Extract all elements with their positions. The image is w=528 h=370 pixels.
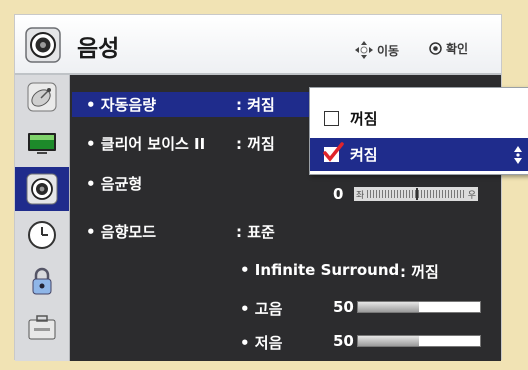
bass-slider-fill xyxy=(358,336,419,346)
bass-slider[interactable] xyxy=(357,335,481,347)
sound-mode-value: : 표준 xyxy=(236,223,275,241)
surround-label[interactable]: • Infinite Surround xyxy=(240,261,399,279)
satellite-dish-icon xyxy=(27,82,57,112)
category-option[interactable] xyxy=(15,307,69,347)
category-sidebar xyxy=(15,75,70,361)
unchecked-box-icon xyxy=(324,110,339,126)
option-on[interactable]: 켜짐 xyxy=(310,138,528,171)
toolbox-icon xyxy=(28,315,56,340)
checkmark-icon xyxy=(323,142,344,162)
move-hint-label: 이동 xyxy=(377,43,400,58)
page-title: 음성 xyxy=(77,36,120,62)
auto-volume-value: : 켜짐 xyxy=(236,96,275,114)
move-hint: 이동 xyxy=(354,40,399,60)
confirm-hint: 확인 xyxy=(429,40,468,57)
balance-track xyxy=(367,188,465,200)
balance-value: 0 xyxy=(333,185,344,203)
option-on-label: 켜짐 xyxy=(350,146,378,164)
sound-mode-label[interactable]: • 음향모드 xyxy=(86,221,156,242)
treble-slider-fill xyxy=(358,302,419,312)
sound-menu-panel: 음성 이동 확인 • 자동음량: 켜짐 • 클리어 보이스 II: 꺼짐 •… xyxy=(14,14,528,361)
speaker-icon xyxy=(25,27,61,63)
speaker-icon xyxy=(26,173,58,205)
clear-voice-label[interactable]: • 클리어 보이스 II xyxy=(86,133,205,154)
auto-volume-dropdown: 꺼짐 켜짐 xyxy=(309,87,528,175)
up-down-arrows-icon xyxy=(514,146,522,164)
treble-label[interactable]: • 고음 xyxy=(240,298,282,319)
ok-button-icon xyxy=(429,42,442,55)
title-bar: 음성 이동 확인 xyxy=(15,15,501,75)
monitor-icon xyxy=(28,133,56,154)
treble-slider[interactable] xyxy=(357,301,481,313)
surround-value: : 꺼짐 xyxy=(400,263,439,281)
treble-value: 50 xyxy=(333,298,354,316)
category-picture[interactable] xyxy=(15,123,69,163)
balance-thumb[interactable] xyxy=(416,188,418,200)
balance-right-label: 우 xyxy=(467,190,476,201)
category-time[interactable] xyxy=(15,215,69,255)
balance-left-label: 좌 xyxy=(356,190,365,201)
navigation-arrows-icon xyxy=(355,41,373,59)
option-off-label: 꺼짐 xyxy=(350,109,378,128)
lock-icon xyxy=(32,267,52,295)
category-sound[interactable] xyxy=(15,167,69,211)
category-channel[interactable] xyxy=(15,77,69,117)
clock-icon xyxy=(28,221,56,249)
checked-box-icon xyxy=(323,142,344,162)
clear-voice-value: : 꺼짐 xyxy=(236,135,275,153)
option-off[interactable]: 꺼짐 xyxy=(310,102,528,134)
confirm-hint-label: 확인 xyxy=(446,42,469,56)
auto-volume-label[interactable]: • 자동음량 xyxy=(86,94,156,115)
bass-value: 50 xyxy=(333,332,354,350)
category-lock[interactable] xyxy=(15,261,69,301)
bass-label[interactable]: • 저음 xyxy=(240,332,282,353)
balance-label[interactable]: • 음균형 xyxy=(86,173,142,194)
balance-slider[interactable]: 좌 우 xyxy=(354,187,478,201)
